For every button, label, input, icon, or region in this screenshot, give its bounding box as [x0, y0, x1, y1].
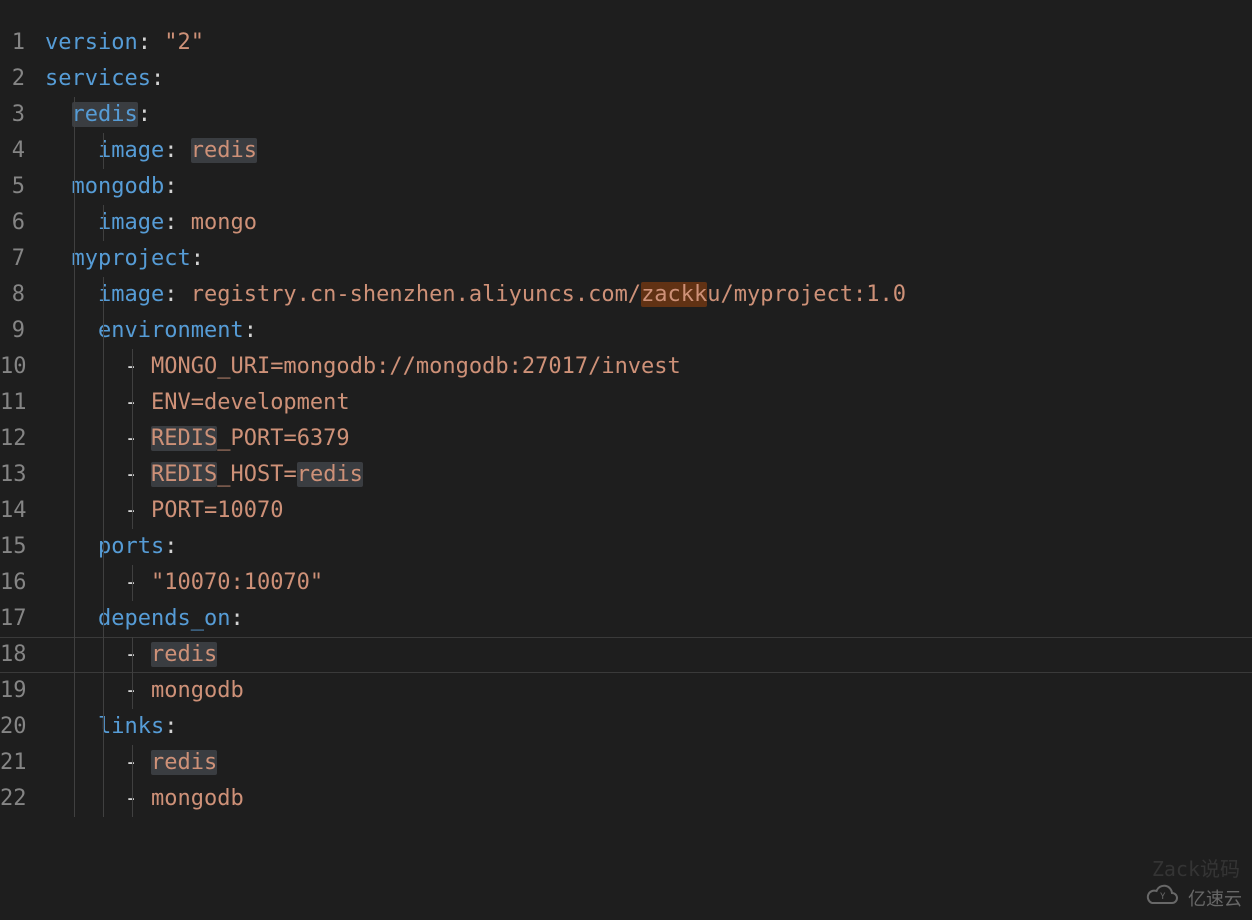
code-line: - redis	[45, 637, 1252, 673]
line-number: 3	[0, 97, 25, 133]
line-number: 9	[0, 313, 25, 349]
line-number: 20	[0, 709, 25, 745]
line-number: 5	[0, 169, 25, 205]
code-line: - REDIS_PORT=6379	[45, 421, 1252, 457]
code-line: - mongodb	[45, 673, 1252, 709]
code-line: services:	[45, 61, 1252, 97]
line-number: 7	[0, 241, 25, 277]
cloud-icon: Y	[1146, 883, 1180, 912]
code-line: myproject:	[45, 241, 1252, 277]
watermark-text: 亿速云	[1188, 885, 1242, 911]
line-number: 2	[0, 61, 25, 97]
code-line: - REDIS_HOST=redis	[45, 457, 1252, 493]
code-line: - redis	[45, 745, 1252, 781]
code-line: environment:	[45, 313, 1252, 349]
watermark: Y 亿速云	[1146, 883, 1242, 912]
line-number: 8	[0, 277, 25, 313]
line-number: 17	[0, 601, 25, 637]
code-area[interactable]: version: "2"services: redis: image: redi…	[45, 0, 1252, 920]
svg-text:Y: Y	[1160, 892, 1166, 902]
line-number: 11	[0, 385, 25, 421]
code-line: redis:	[45, 97, 1252, 133]
line-number: 10	[0, 349, 25, 385]
line-number: 15	[0, 529, 25, 565]
line-number: 6	[0, 205, 25, 241]
code-line: depends_on:	[45, 601, 1252, 637]
code-editor[interactable]: 12345678910111213141516171819202122 vers…	[0, 0, 1252, 920]
code-line: ports:	[45, 529, 1252, 565]
faded-watermark: Zack说码	[1152, 853, 1240, 882]
code-line: image: registry.cn-shenzhen.aliyuncs.com…	[45, 277, 1252, 313]
code-line: - "10070:10070"	[45, 565, 1252, 601]
line-gutter: 12345678910111213141516171819202122	[0, 0, 45, 920]
line-number: 18	[0, 637, 25, 673]
code-line: mongodb:	[45, 169, 1252, 205]
code-line: - PORT=10070	[45, 493, 1252, 529]
code-line: version: "2"	[45, 25, 1252, 61]
code-line: image: mongo	[45, 205, 1252, 241]
line-number: 4	[0, 133, 25, 169]
line-number: 22	[0, 781, 25, 817]
code-line: - ENV=development	[45, 385, 1252, 421]
code-line: - mongodb	[45, 781, 1252, 817]
line-number: 1	[0, 25, 25, 61]
line-number: 12	[0, 421, 25, 457]
line-number: 13	[0, 457, 25, 493]
line-number: 14	[0, 493, 25, 529]
line-number: 19	[0, 673, 25, 709]
line-number: 16	[0, 565, 25, 601]
line-number: 21	[0, 745, 25, 781]
code-line: - MONGO_URI=mongodb://mongodb:27017/inve…	[45, 349, 1252, 385]
code-line: links:	[45, 709, 1252, 745]
code-line: image: redis	[45, 133, 1252, 169]
